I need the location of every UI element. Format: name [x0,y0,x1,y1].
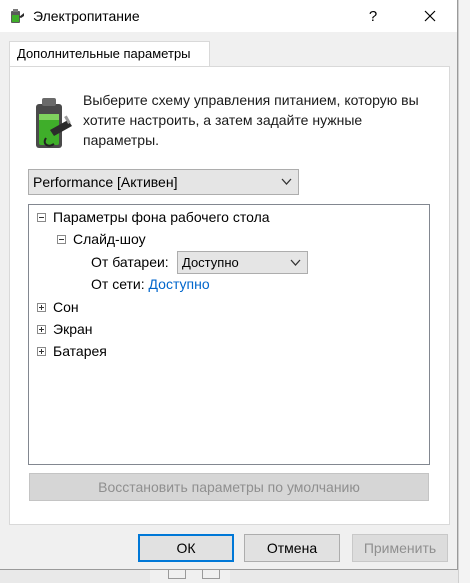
window-title: Электропитание [33,8,140,24]
chevron-down-icon [290,259,301,266]
expand-icon[interactable] [37,325,46,334]
tree-item-label: Экран [53,321,93,337]
on-battery-select[interactable]: Доступно [177,251,308,274]
plugged-in-value-link[interactable]: Доступно [149,276,210,292]
close-button[interactable] [407,0,453,32]
title-bar[interactable]: Электропитание ? [0,0,457,32]
help-button[interactable]: ? [350,0,396,32]
expand-icon[interactable] [37,303,46,312]
tree-item-label: Батарея [53,343,107,359]
power-plan-value: Performance [Активен] [33,174,178,190]
power-options-dialog: Электропитание ? Дополнительные параметр… [0,0,458,570]
on-battery-value: Доступно [182,255,239,270]
description-text: Выберите схему управления питанием, кото… [83,92,419,148]
collapse-icon[interactable] [37,213,46,222]
background-window-edge [458,0,470,583]
tree-item-label: Слайд-шоу [73,231,146,247]
expand-icon[interactable] [37,347,46,356]
settings-tree[interactable]: Параметры фона рабочего стола Слайд-шоу … [28,204,430,465]
tab-advanced-settings[interactable]: Дополнительные параметры [9,41,210,67]
plugged-in-label: От сети: [91,276,145,292]
apply-button[interactable]: Применить [352,534,448,562]
power-options-icon [11,9,24,23]
settings-panel: Выберите схему управления питанием, кото… [9,66,450,525]
restore-defaults-button[interactable]: Восстановить параметры по умолчанию [29,473,429,501]
power-plan-select[interactable]: Performance [Активен] [28,169,299,195]
battery-plug-icon [36,98,72,148]
tree-item-label: Параметры фона рабочего стола [53,209,270,225]
cancel-button[interactable]: Отмена [244,534,340,562]
collapse-icon[interactable] [57,235,66,244]
tree-item-label: Сон [53,299,79,315]
chevron-down-icon [281,178,292,185]
plugged-in-row: От сети: Доступно [91,276,210,296]
ok-button[interactable]: ОК [138,534,234,562]
close-icon [424,10,436,22]
on-battery-label: От батареи: [91,254,169,270]
